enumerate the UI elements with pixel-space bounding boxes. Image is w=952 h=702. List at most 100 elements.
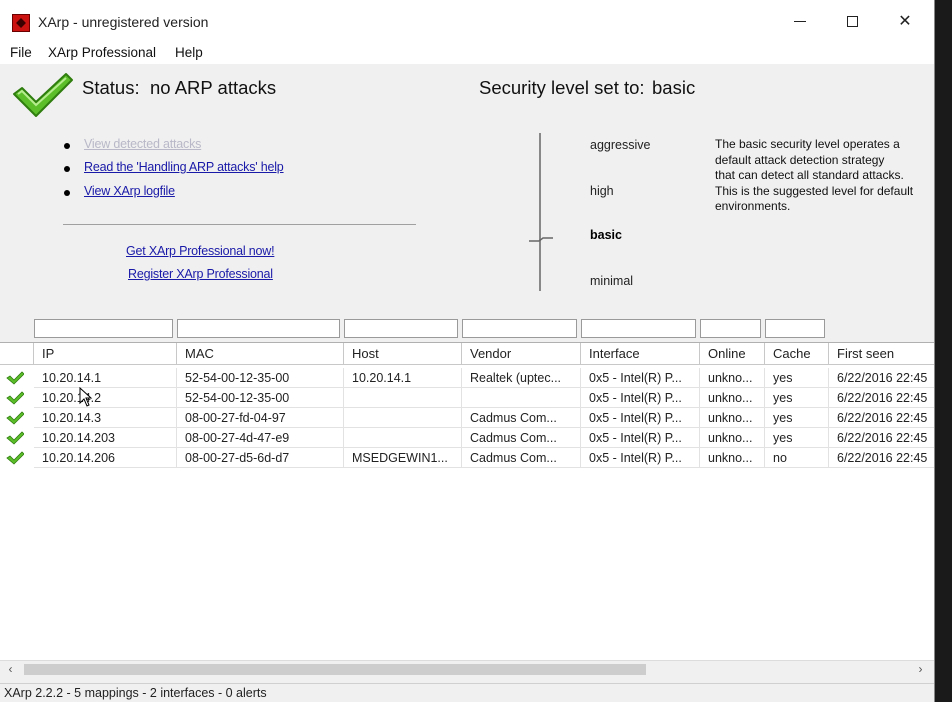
check-icon	[6, 451, 24, 465]
cell-interface: 0x5 - Intel(R) P...	[581, 428, 700, 448]
security-level-slider-thumb[interactable]	[529, 237, 553, 243]
bullet-icon	[64, 190, 70, 196]
cell-first-seen: 6/22/2016 22:45	[829, 388, 934, 408]
menu-help[interactable]: Help	[175, 45, 203, 60]
table-row[interactable]: 10.20.14.3 08-00-27-fd-04-97 Cadmus Com.…	[0, 408, 934, 428]
handling-arp-attacks-help-link[interactable]: Read the 'Handling ARP attacks' help	[84, 160, 284, 174]
cell-ip: 10.20.14.1	[34, 368, 177, 388]
cell-ip: 10.20.14.3	[34, 408, 177, 428]
cell-interface: 0x5 - Intel(R) P...	[581, 448, 700, 468]
cell-host	[344, 388, 462, 408]
menu-bar: File XArp Professional Help	[0, 42, 934, 64]
cell-vendor: Cadmus Com...	[462, 428, 581, 448]
title-bar: XArp - unregistered version ✕	[0, 0, 934, 43]
cell-host: 10.20.14.1	[344, 368, 462, 388]
filter-vendor-input[interactable]	[462, 319, 577, 338]
security-level-value: basic	[652, 77, 696, 98]
status-label: Status:	[82, 77, 140, 98]
menu-xarp-professional[interactable]: XArp Professional	[48, 45, 156, 60]
cell-first-seen: 6/22/2016 22:45	[829, 368, 934, 388]
table-row[interactable]: 10.20.14.203 08-00-27-4d-47-e9 Cadmus Co…	[0, 428, 934, 448]
cell-online: unkno...	[700, 428, 765, 448]
scroll-left-arrow-icon[interactable]: ‹	[2, 661, 19, 678]
register-xarp-professional-link[interactable]: Register XArp Professional	[128, 267, 273, 281]
cell-cache: yes	[765, 408, 829, 428]
table-row[interactable]: 10.20.14.1 52-54-00-12-35-00 10.20.14.1 …	[0, 368, 934, 388]
security-level-label: Security level set to:	[479, 77, 645, 98]
status-value: no ARP attacks	[150, 77, 277, 98]
level-minimal[interactable]: minimal	[590, 274, 633, 288]
level-basic[interactable]: basic	[590, 228, 622, 242]
table-row[interactable]: 10.20.14.2 52-54-00-12-35-00 0x5 - Intel…	[0, 388, 934, 408]
xarp-window: XArp - unregistered version ✕ File XArp …	[0, 0, 935, 702]
view-logfile-link[interactable]: View XArp logfile	[84, 184, 175, 198]
cell-online: unkno...	[700, 408, 765, 428]
get-xarp-professional-link[interactable]: Get XArp Professional now!	[126, 244, 275, 258]
bullet-icon	[64, 143, 70, 149]
cell-ip: 10.20.14.206	[34, 448, 177, 468]
cell-first-seen: 6/22/2016 22:45	[829, 408, 934, 428]
mouse-cursor-icon	[79, 387, 93, 407]
cell-vendor	[462, 388, 581, 408]
maximize-button[interactable]	[826, 0, 878, 42]
status-bar: XArp 2.2.2 - 5 mappings - 2 interfaces -…	[0, 683, 934, 702]
status-check-icon	[13, 73, 73, 117]
column-header-host[interactable]: Host	[344, 343, 462, 365]
cell-online: unkno...	[700, 368, 765, 388]
close-button[interactable]: ✕	[879, 0, 931, 42]
table-row[interactable]: 10.20.14.206 08-00-27-d5-6d-d7 MSEDGEWIN…	[0, 448, 934, 468]
column-header-interface[interactable]: Interface	[581, 343, 700, 365]
bullet-icon	[64, 166, 70, 172]
filter-ip-input[interactable]	[34, 319, 173, 338]
minimize-button[interactable]	[774, 0, 826, 42]
scrollbar-thumb[interactable]	[24, 664, 646, 675]
cell-mac: 08-00-27-d5-6d-d7	[177, 448, 344, 468]
filter-interface-input[interactable]	[581, 319, 696, 338]
cell-online: unkno...	[700, 448, 765, 468]
column-header-cache[interactable]: Cache	[765, 343, 829, 365]
cell-cache: yes	[765, 368, 829, 388]
cell-cache: yes	[765, 428, 829, 448]
cell-mac: 52-54-00-12-35-00	[177, 388, 344, 408]
column-header-vendor[interactable]: Vendor	[462, 343, 581, 365]
security-level-description: The basic security level operates a defa…	[715, 137, 933, 215]
cell-ip: 10.20.14.203	[34, 428, 177, 448]
cell-vendor: Realtek (uptec...	[462, 368, 581, 388]
cell-vendor: Cadmus Com...	[462, 448, 581, 468]
divider	[63, 224, 416, 225]
menu-file[interactable]: File	[10, 45, 32, 60]
column-header-ip[interactable]: IP	[34, 343, 177, 365]
column-filter-row	[0, 316, 934, 342]
cell-ip: 10.20.14.2	[34, 388, 177, 408]
cell-online: unkno...	[700, 388, 765, 408]
column-header-state[interactable]	[0, 343, 34, 365]
level-aggressive[interactable]: aggressive	[590, 138, 650, 152]
security-level-slider-track[interactable]	[539, 133, 541, 291]
filter-mac-input[interactable]	[177, 319, 340, 338]
column-header-mac[interactable]: MAC	[177, 343, 344, 365]
maximize-icon	[846, 15, 858, 27]
cell-first-seen: 6/22/2016 22:45	[829, 428, 934, 448]
cell-cache: no	[765, 448, 829, 468]
level-high[interactable]: high	[590, 184, 614, 198]
cell-first-seen: 6/22/2016 22:45	[829, 448, 934, 468]
status-panel: Status: no ARP attacks Security level se…	[0, 64, 934, 316]
description-line: environments.	[715, 199, 791, 213]
horizontal-scrollbar[interactable]: ‹ ›	[0, 660, 934, 678]
mappings-table: IP MAC Host Vendor Interface Online Cach…	[0, 342, 934, 661]
column-header-online[interactable]: Online	[700, 343, 765, 365]
filter-online-input[interactable]	[700, 319, 761, 338]
scroll-right-arrow-icon[interactable]: ›	[912, 661, 929, 678]
description-line: that can detect all standard attacks.	[715, 168, 904, 182]
cell-vendor: Cadmus Com...	[462, 408, 581, 428]
check-icon	[6, 411, 24, 425]
check-icon	[6, 391, 24, 405]
filter-cache-input[interactable]	[765, 319, 825, 338]
filter-host-input[interactable]	[344, 319, 458, 338]
cell-mac: 08-00-27-4d-47-e9	[177, 428, 344, 448]
window-title: XArp - unregistered version	[38, 14, 209, 30]
column-header-first-seen[interactable]: First seen	[829, 343, 934, 365]
view-detected-attacks-link[interactable]: View detected attacks	[84, 137, 201, 151]
cell-cache: yes	[765, 388, 829, 408]
close-icon: ✕	[898, 13, 912, 30]
